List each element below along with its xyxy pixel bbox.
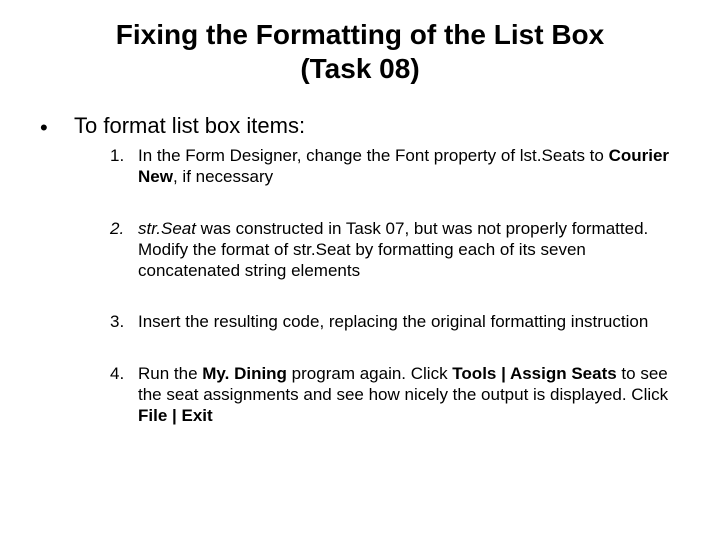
title-line-1: Fixing the Formatting of the List Box — [116, 19, 604, 50]
step-4-d: Tools | Assign Seats — [452, 364, 616, 383]
slide-title: Fixing the Formatting of the List Box (T… — [40, 18, 680, 85]
lead-row: • To format list box items: — [40, 113, 680, 139]
lead-text: To format list box items: — [74, 113, 305, 139]
step-2-text: was constructed in Task 07, but was not … — [138, 219, 648, 281]
steps-list: In the Form Designer, change the Font pr… — [40, 145, 680, 426]
step-2: str.Seat was constructed in Task 07, but… — [110, 218, 674, 282]
step-4-c: program again. Click — [287, 364, 452, 383]
step-4-b: My. Dining — [202, 364, 287, 383]
step-1-text-a: In the Form Designer, change the Font pr… — [138, 146, 609, 165]
step-1-text-c: , if necessary — [173, 167, 273, 186]
step-3-text: Insert the resulting code, replacing the… — [138, 312, 648, 331]
step-2-italic: str.Seat — [138, 219, 196, 238]
step-3: Insert the resulting code, replacing the… — [110, 311, 674, 332]
step-4: Run the My. Dining program again. Click … — [110, 363, 674, 427]
step-4-f: File | Exit — [138, 406, 213, 425]
title-line-2: (Task 08) — [300, 53, 419, 84]
step-1: In the Form Designer, change the Font pr… — [110, 145, 674, 188]
step-4-a: Run the — [138, 364, 202, 383]
bullet: • — [40, 113, 74, 139]
